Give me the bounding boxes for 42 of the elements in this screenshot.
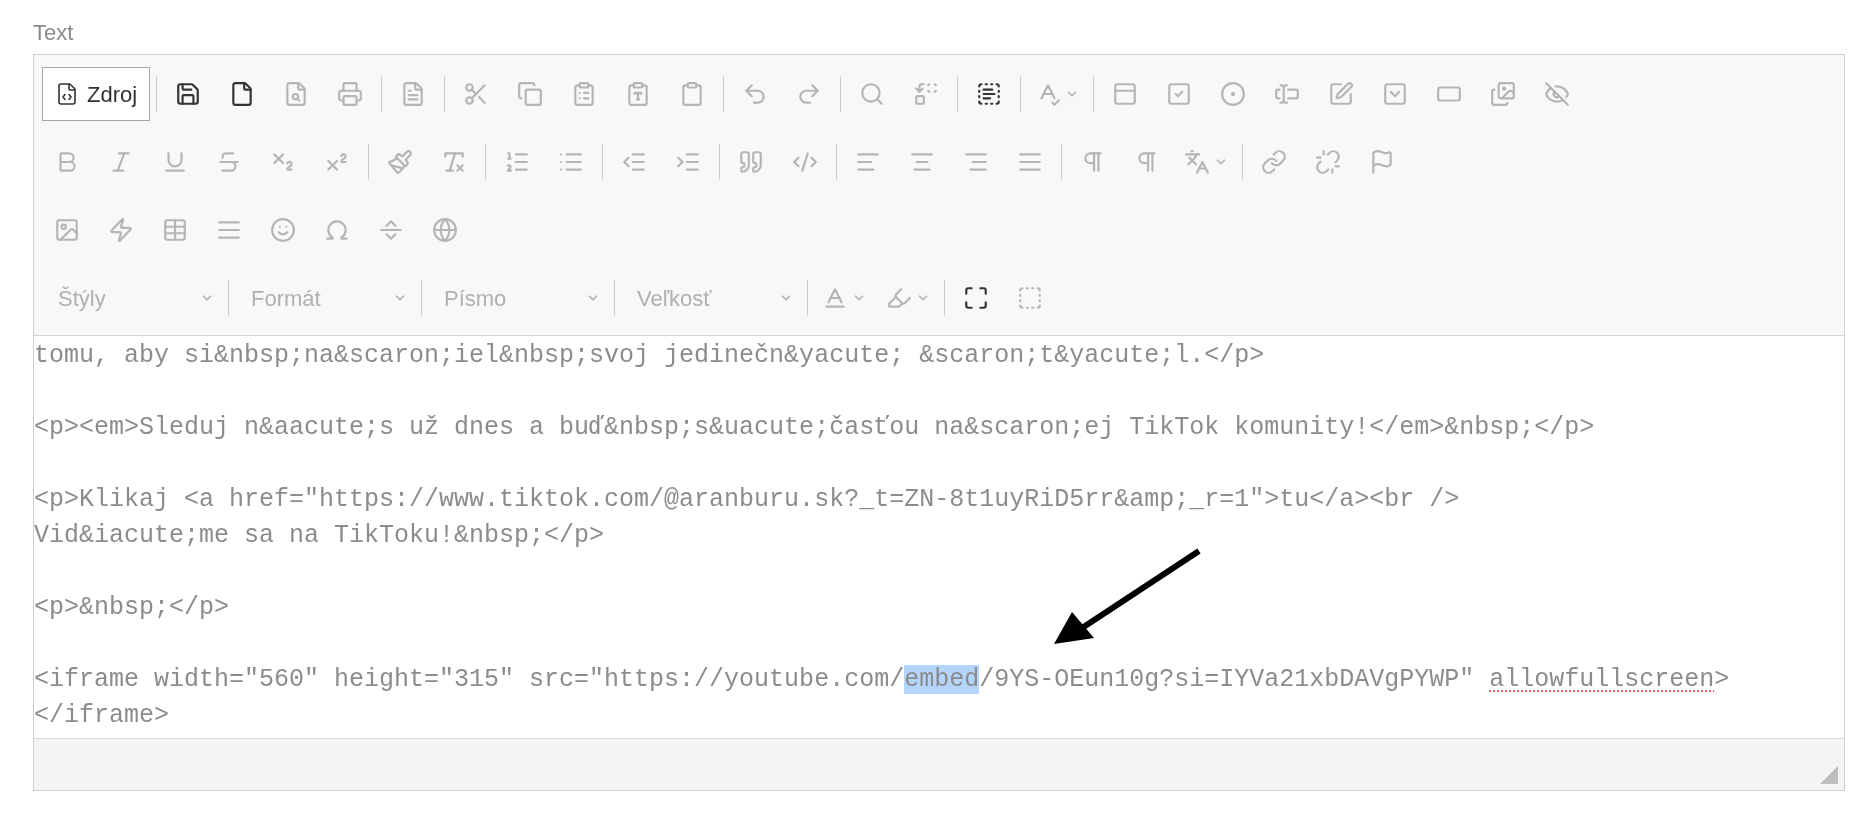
- flag-icon: [1369, 149, 1395, 175]
- printer-icon: [337, 81, 364, 107]
- text-field-icon: [1274, 81, 1301, 107]
- remove-format-icon: [441, 149, 467, 175]
- search-icon: [859, 81, 886, 107]
- language-icon: [1184, 149, 1210, 175]
- table-icon: [162, 217, 188, 243]
- field-label: Text: [33, 20, 74, 46]
- code-line: Vid&iacute;me sa na TikToku!&nbsp;</p>: [34, 520, 605, 552]
- select-field-icon: [1382, 81, 1409, 107]
- link-icon: [1261, 149, 1287, 175]
- select-all-icon: [976, 81, 1003, 107]
- code-line: tomu, aby si&nbsp;na&scaron;iel&nbsp;svoj jedinečn&yacute; &scaron;t&yacute;l.</p>: [34, 340, 1265, 372]
- source-code-icon: [55, 82, 79, 106]
- code-line: </iframe>: [34, 700, 170, 732]
- checkbox-icon: [1166, 81, 1193, 107]
- smiley-icon: [270, 217, 296, 243]
- replace-icon: [913, 81, 940, 107]
- text-color-icon: [822, 285, 848, 311]
- omega-icon: [324, 217, 350, 243]
- radio-icon: [1220, 81, 1247, 107]
- underline-icon: [162, 149, 188, 175]
- copy-icon: [517, 81, 544, 107]
- image-button-icon: [1490, 81, 1517, 107]
- code-line: <p>&nbsp;</p>: [34, 592, 230, 624]
- maximize-icon: [963, 285, 989, 311]
- strikethrough-icon: [216, 149, 242, 175]
- image-icon: [54, 217, 80, 243]
- div-code-icon: [792, 149, 818, 175]
- flash-icon: [108, 217, 134, 243]
- resize-grip-icon[interactable]: [1820, 766, 1838, 784]
- globe-icon: [432, 217, 458, 243]
- code-line: <iframe width="560" height="315" src="https://youtube.com/embed/9YS-OEun10g?si=IYVa21xbDAVgPYWP" allowfullscreen>: [34, 664, 1730, 696]
- code-line: <p>Klikaj <a href="https://www.tiktok.com/@aranburu.sk?_t=ZN-8t1uyRiD5rr&amp;_r=1">tu</a><br />: [34, 484, 1460, 516]
- quote-icon: [738, 149, 764, 175]
- code-line: <p><em>Sleduj n&aacute;s už dnes a buď&nbsp;s&uacute;časťou na&scaron;ej TikTok komunity!</em>&nbsp;</p>: [34, 412, 1595, 444]
- unlink-icon: [1315, 149, 1341, 175]
- page-break-icon: [378, 217, 404, 243]
- source-button[interactable]: Zdroj: [42, 67, 151, 121]
- show-blocks-icon: [1017, 285, 1043, 311]
- paintbrush-icon: [387, 149, 413, 175]
- numbered-list-icon: [504, 149, 530, 175]
